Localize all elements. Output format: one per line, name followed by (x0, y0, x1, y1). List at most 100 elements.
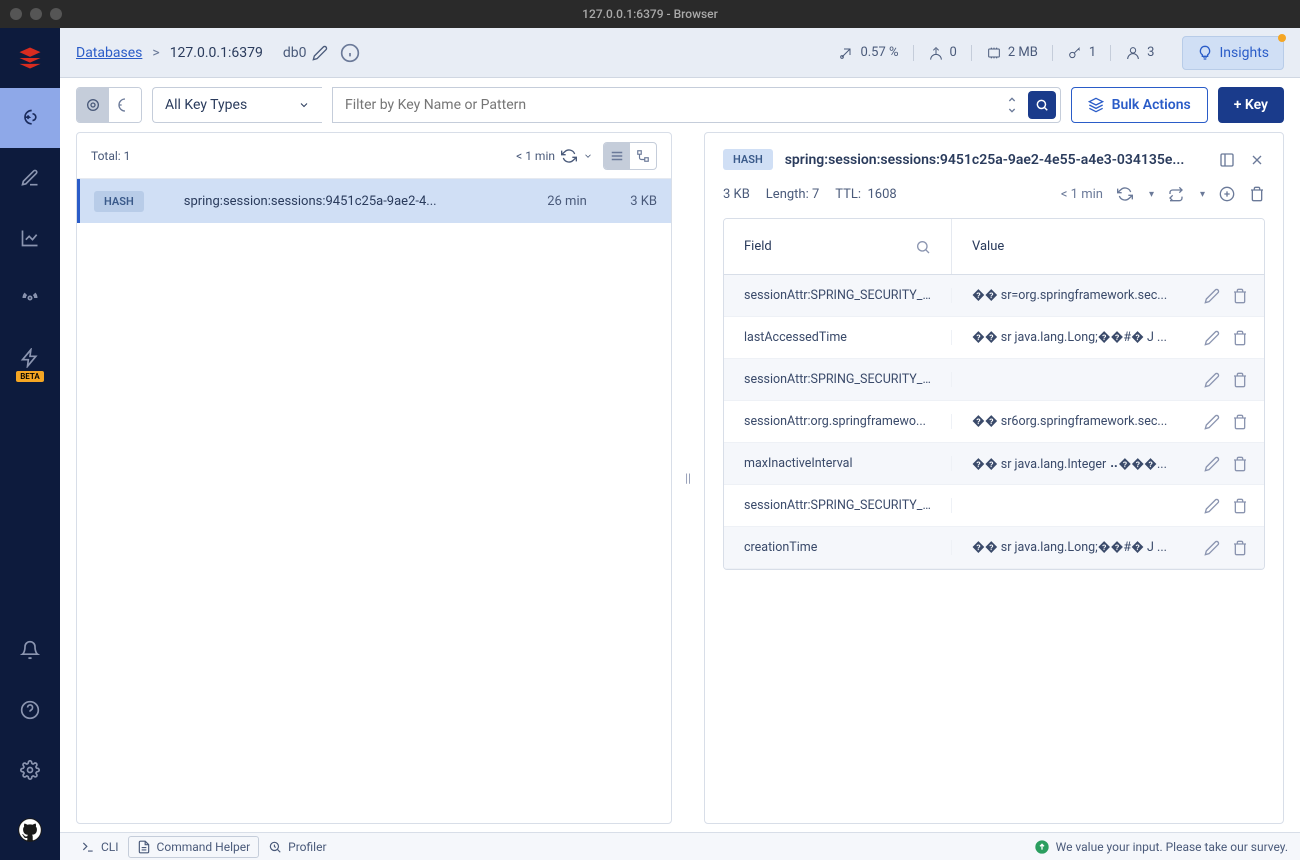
details-refresh-button[interactable] (1117, 186, 1133, 202)
breadcrumb-databases[interactable]: Databases (76, 45, 142, 61)
edit-field-button[interactable] (1204, 372, 1220, 388)
sidebar-triggers[interactable]: BETA (0, 328, 60, 388)
sidebar-notifications[interactable] (0, 620, 60, 680)
minimize-window[interactable] (30, 8, 42, 20)
add-field-button[interactable] (1219, 186, 1235, 202)
stat-keys: 1 (1053, 45, 1111, 61)
delete-field-button[interactable] (1232, 498, 1248, 514)
list-view-button[interactable] (604, 143, 630, 169)
key-icon (1067, 45, 1083, 61)
delete-field-button[interactable] (1232, 372, 1248, 388)
hash-table-head: Field Value (724, 219, 1264, 275)
sidebar-pubsub[interactable] (0, 268, 60, 328)
value-header: Value (952, 239, 1264, 254)
edit-field-button[interactable] (1204, 330, 1220, 346)
field-search-button[interactable] (915, 239, 931, 255)
sidebar: BETA (0, 28, 60, 860)
layers-icon (1088, 97, 1104, 113)
close-details-button[interactable] (1249, 152, 1265, 168)
details-ttl-value[interactable]: 1608 (867, 187, 896, 202)
sidebar-analysis[interactable] (0, 208, 60, 268)
view-tree-button[interactable] (109, 88, 141, 122)
survey-link[interactable]: We value your input. Please take our sur… (1034, 839, 1288, 855)
insights-button[interactable]: Insights (1182, 36, 1284, 70)
edit-field-button[interactable] (1204, 540, 1220, 556)
redis-logo[interactable] (0, 28, 60, 88)
delete-field-button[interactable] (1232, 540, 1248, 556)
hash-field: sessionAttr:SPRING_SECURITY_... (724, 372, 952, 387)
add-key-button[interactable]: + Key (1218, 87, 1284, 123)
panel-splitter[interactable]: || (686, 132, 690, 824)
tree-view-button[interactable] (630, 143, 656, 169)
edit-icon (312, 45, 328, 61)
memory-icon (986, 45, 1002, 61)
details-ttl-label: TTL: (835, 187, 861, 202)
db-selector[interactable]: db0 (283, 45, 329, 61)
chevron-down-icon[interactable]: ▾ (1200, 189, 1205, 200)
hash-row[interactable]: maxInactiveInterval�� sr java.lang.Integ… (724, 443, 1264, 485)
filter-input[interactable] (345, 97, 996, 113)
hash-row[interactable]: sessionAttr:SPRING_SECURITY_... (724, 359, 1264, 401)
details-size: 3 KB (723, 187, 750, 202)
chevron-down-icon[interactable] (583, 151, 593, 161)
edit-field-button[interactable] (1204, 498, 1220, 514)
cli-button[interactable]: CLI (72, 836, 128, 858)
edit-field-button[interactable] (1204, 288, 1220, 304)
details-key-name[interactable]: spring:session:sessions:9451c25a-9ae2-4e… (785, 152, 1207, 168)
sidebar-browser[interactable] (0, 88, 60, 148)
delete-field-button[interactable] (1232, 456, 1248, 472)
chevron-down-icon (298, 99, 310, 111)
filter-input-wrap (332, 87, 1061, 123)
key-row[interactable]: HASHspring:session:sessions:9451c25a-9ae… (77, 179, 671, 223)
hash-field: sessionAttr:org.springframewo... (724, 414, 952, 429)
command-helper-button[interactable]: Command Helper (128, 836, 260, 858)
delete-field-button[interactable] (1232, 288, 1248, 304)
hash-table: Field Value sessionAttr:SPRING_SECURITY_… (723, 218, 1265, 570)
fullscreen-button[interactable] (1219, 152, 1235, 168)
info-icon[interactable] (340, 43, 360, 63)
delete-field-button[interactable] (1232, 414, 1248, 430)
keys-refresh-info: < 1 min (516, 148, 593, 164)
notification-dot (1278, 34, 1286, 42)
formatter-button[interactable] (1168, 186, 1184, 202)
profiler-button[interactable]: Profiler (259, 836, 335, 858)
toolbar: All Key Types Bulk Actions + Key (60, 78, 1300, 132)
refresh-icon (561, 148, 577, 164)
sidebar-settings[interactable] (0, 740, 60, 800)
db-label: db0 (283, 45, 307, 61)
footer: CLI Command Helper Profiler We value you… (60, 832, 1300, 860)
hash-row[interactable]: creationTime�� sr java.lang.Long;��#� J … (724, 527, 1264, 569)
key-view-mode-toggle (603, 142, 657, 170)
sidebar-help[interactable] (0, 680, 60, 740)
refresh-button[interactable] (561, 148, 577, 164)
key-type-filter[interactable]: All Key Types (152, 87, 322, 123)
edit-field-button[interactable] (1204, 456, 1220, 472)
maximize-window[interactable] (50, 8, 62, 20)
bulk-actions-button[interactable]: Bulk Actions (1071, 87, 1208, 123)
chevron-down-icon[interactable]: ▾ (1149, 189, 1154, 200)
key-name: spring:session:sessions:9451c25a-9ae2-4.… (184, 194, 527, 209)
hash-row[interactable]: sessionAttr:org.springframewo...�� sr6or… (724, 401, 1264, 443)
hash-row[interactable]: sessionAttr:SPRING_SECURITY_...�� sr=org… (724, 275, 1264, 317)
hash-field: creationTime (724, 540, 952, 555)
hash-field: lastAccessedTime (724, 330, 952, 345)
edit-field-button[interactable] (1204, 414, 1220, 430)
keys-panel: Total: 1 < 1 min (76, 132, 672, 824)
terminal-icon (81, 840, 95, 854)
sort-button[interactable] (996, 97, 1028, 113)
sidebar-workbench[interactable] (0, 148, 60, 208)
view-list-button[interactable] (77, 88, 109, 122)
sidebar-github[interactable] (0, 800, 60, 860)
close-window[interactable] (10, 8, 22, 20)
details-length: Length: 7 (766, 187, 819, 202)
details-type-badge: HASH (723, 149, 773, 170)
delete-key-button[interactable] (1249, 186, 1265, 202)
hash-row[interactable]: lastAccessedTime�� sr java.lang.Long;��#… (724, 317, 1264, 359)
keys-header: Total: 1 < 1 min (77, 133, 671, 179)
stat-clients: 3 (1111, 45, 1168, 61)
keys-total: Total: 1 (91, 149, 130, 163)
window-title: 127.0.0.1:6379 - Browser (582, 7, 718, 21)
delete-field-button[interactable] (1232, 330, 1248, 346)
hash-row[interactable]: sessionAttr:SPRING_SECURITY_... (724, 485, 1264, 527)
search-button[interactable] (1028, 91, 1056, 119)
